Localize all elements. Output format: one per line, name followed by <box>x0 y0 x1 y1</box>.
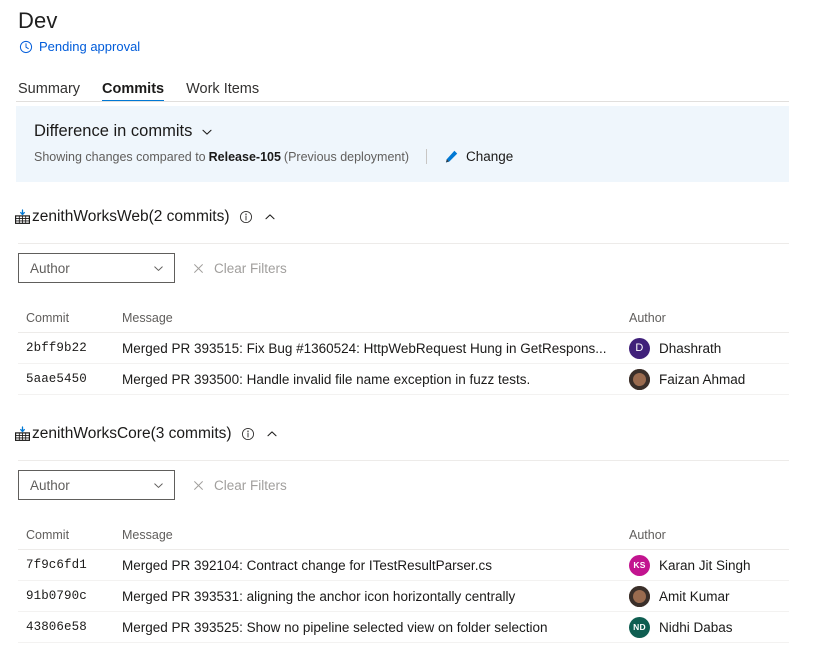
tab-divider <box>16 101 789 102</box>
table-row[interactable]: 5aae5450 Merged PR 393500: Handle invali… <box>18 364 789 395</box>
commits-table-1: Commit Message Author 2bff9b22 Merged PR… <box>18 303 789 395</box>
column-header-message: Message <box>120 528 629 542</box>
repo-name: zenithWorksWeb(2 commits) <box>32 208 230 226</box>
author-name: Dhashrath <box>659 341 721 356</box>
author-name: Faizan Ahmad <box>659 372 745 387</box>
author-filter-dropdown[interactable]: Author <box>18 253 175 283</box>
table-row[interactable]: 7f9c6fd1 Merged PR 392104: Contract chan… <box>18 550 789 581</box>
commit-hash[interactable]: 2bff9b22 <box>18 341 120 355</box>
repo-section-header[interactable]: zenithWorksWeb(2 commits) <box>14 208 823 226</box>
avatar: ND <box>629 617 650 638</box>
avatar: KS <box>629 555 650 576</box>
change-button[interactable]: Change <box>444 149 513 164</box>
banner-separator <box>426 149 427 164</box>
chevron-down-icon <box>152 262 165 275</box>
author-name: Karan Jit Singh <box>659 558 751 573</box>
commit-author: Amit Kumar <box>629 586 789 607</box>
commit-author: D Dhashrath <box>629 338 789 359</box>
repository-icon <box>14 209 31 226</box>
author-name: Nidhi Dabas <box>659 620 733 635</box>
table-header-row: Commit Message Author <box>18 303 789 333</box>
banner-sub-suffix: (Previous deployment) <box>284 150 409 164</box>
commit-message: Merged PR 393531: aligning the anchor ic… <box>120 589 629 604</box>
page-title: Dev <box>18 8 57 34</box>
difference-in-commits-banner: Difference in commits Showing changes co… <box>16 106 789 182</box>
author-filter-label: Author <box>30 478 70 493</box>
repo-section-2: zenithWorksCore(3 commits) <box>0 425 823 443</box>
table-row[interactable]: 43806e58 Merged PR 393525: Show no pipel… <box>18 612 789 643</box>
banner-sub-prefix: Showing changes compared to <box>34 150 206 164</box>
author-filter-label: Author <box>30 261 70 276</box>
clear-filters-button[interactable]: Clear Filters <box>192 261 287 276</box>
chevron-down-icon <box>152 479 165 492</box>
chevron-down-icon[interactable] <box>200 125 214 139</box>
commit-hash[interactable]: 91b0790c <box>18 589 120 603</box>
commit-hash[interactable]: 43806e58 <box>18 620 120 634</box>
banner-title-row[interactable]: Difference in commits <box>34 122 214 141</box>
commit-author: ND Nidhi Dabas <box>629 617 789 638</box>
commits-table-2: Commit Message Author 7f9c6fd1 Merged PR… <box>18 520 789 643</box>
table-row[interactable]: 91b0790c Merged PR 393531: aligning the … <box>18 581 789 612</box>
filter-row-2: Author Clear Filters <box>18 470 287 500</box>
commit-hash[interactable]: 5aae5450 <box>18 372 120 386</box>
commit-message: Merged PR 393515: Fix Bug #1360524: Http… <box>120 341 629 356</box>
column-header-author: Author <box>629 528 789 542</box>
banner-release-name: Release-105 <box>209 150 281 164</box>
change-label: Change <box>466 149 513 164</box>
commit-message: Merged PR 393525: Show no pipeline selec… <box>120 620 629 635</box>
repo-section-header[interactable]: zenithWorksCore(3 commits) <box>14 425 823 443</box>
author-name: Amit Kumar <box>659 589 730 604</box>
commit-hash[interactable]: 7f9c6fd1 <box>18 558 120 572</box>
author-filter-dropdown[interactable]: Author <box>18 470 175 500</box>
table-header-row: Commit Message Author <box>18 520 789 550</box>
filter-divider-2 <box>18 460 789 461</box>
column-header-message: Message <box>120 311 629 325</box>
clear-filters-label: Clear Filters <box>214 478 287 493</box>
column-header-author: Author <box>629 311 789 325</box>
close-icon <box>192 479 205 492</box>
repo-section-1: zenithWorksWeb(2 commits) <box>0 208 823 226</box>
status-badge: Pending approval <box>19 39 140 54</box>
tab-summary[interactable]: Summary <box>18 81 80 102</box>
avatar <box>629 369 650 390</box>
chevron-up-icon[interactable] <box>265 427 279 441</box>
banner-title: Difference in commits <box>34 122 192 141</box>
tab-work-items[interactable]: Work Items <box>186 81 259 102</box>
tab-bar: Summary Commits Work Items <box>18 76 259 102</box>
column-header-commit: Commit <box>18 528 120 542</box>
status-text: Pending approval <box>39 39 140 54</box>
column-header-commit: Commit <box>18 311 120 325</box>
repository-icon <box>14 426 31 443</box>
repo-name: zenithWorksCore(3 commits) <box>32 425 232 443</box>
banner-subtitle: Showing changes compared to Release-105 … <box>34 149 513 164</box>
commit-author: Faizan Ahmad <box>629 369 789 390</box>
info-icon[interactable] <box>241 427 255 441</box>
clear-filters-label: Clear Filters <box>214 261 287 276</box>
table-row[interactable]: 2bff9b22 Merged PR 393515: Fix Bug #1360… <box>18 333 789 364</box>
close-icon <box>192 262 205 275</box>
release-commits-page: Dev Pending approval Summary Commits Wor… <box>0 0 823 661</box>
clock-icon <box>19 40 33 54</box>
avatar <box>629 586 650 607</box>
filter-row-1: Author Clear Filters <box>18 253 287 283</box>
avatar: D <box>629 338 650 359</box>
commit-author: KS Karan Jit Singh <box>629 555 789 576</box>
tab-commits[interactable]: Commits <box>102 81 164 102</box>
chevron-up-icon[interactable] <box>263 210 277 224</box>
commit-message: Merged PR 392104: Contract change for IT… <box>120 558 629 573</box>
clear-filters-button[interactable]: Clear Filters <box>192 478 287 493</box>
commit-message: Merged PR 393500: Handle invalid file na… <box>120 372 629 387</box>
info-icon[interactable] <box>239 210 253 224</box>
filter-divider-1 <box>18 243 789 244</box>
pencil-icon <box>444 149 459 164</box>
